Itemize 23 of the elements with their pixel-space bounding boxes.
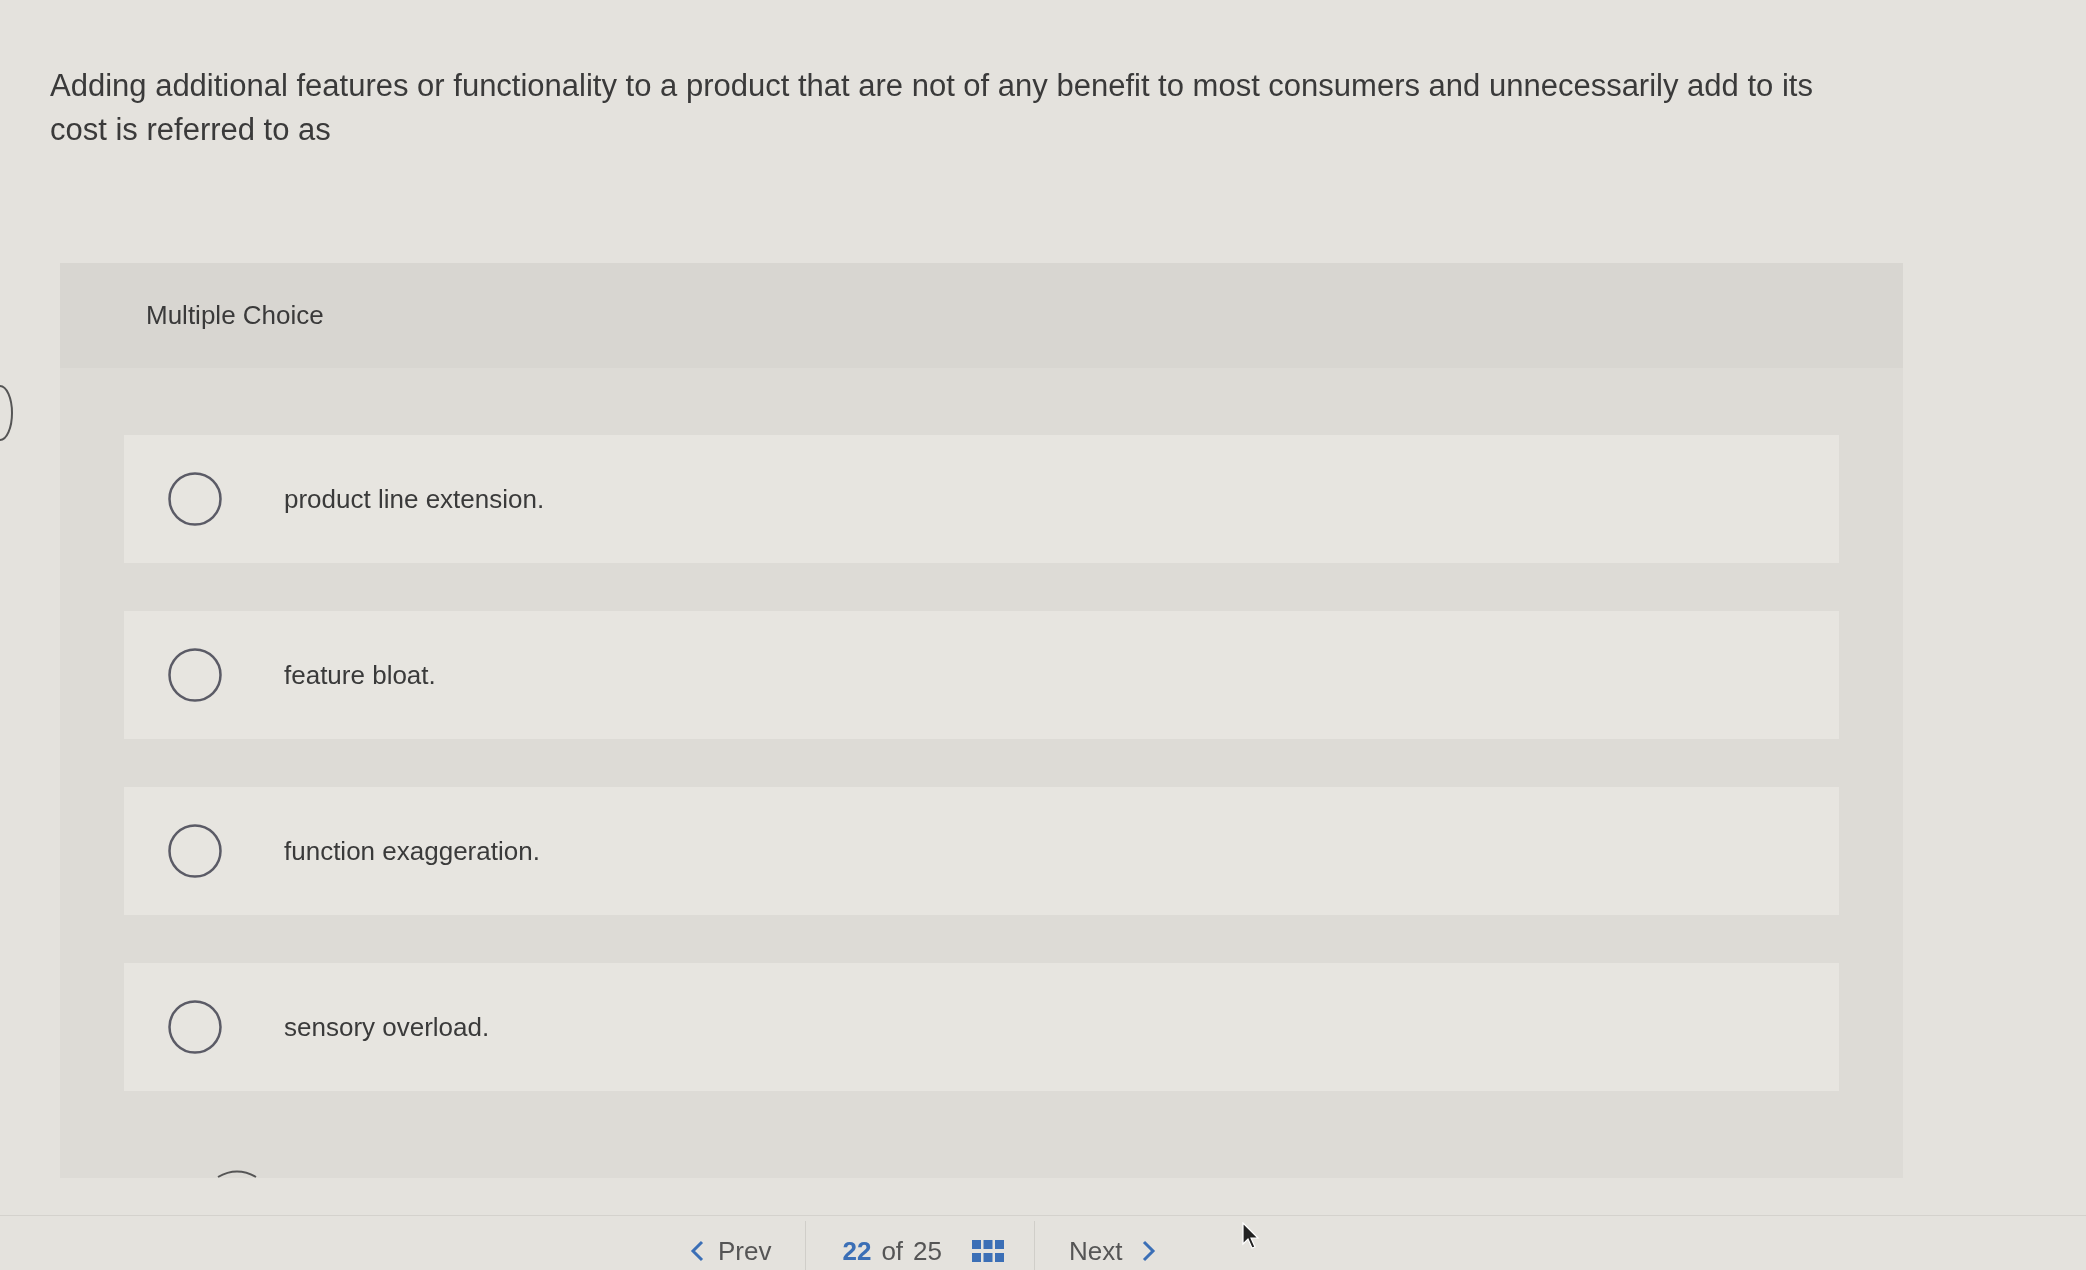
option-label: product line extension. <box>284 482 545 516</box>
radio-button[interactable] <box>168 824 222 878</box>
radio-button[interactable] <box>168 648 222 702</box>
chevron-right-icon <box>1142 1240 1157 1262</box>
chevron-left-icon <box>690 1240 704 1262</box>
mouse-pointer-icon <box>1242 1222 1260 1250</box>
radio-button[interactable] <box>168 1000 222 1054</box>
question-text: Adding additional features or functionality to a product that are not of any benefit to most consumers and unnecessarily add to its cost is referred to as <box>50 67 1814 149</box>
of-label: of <box>881 1234 904 1268</box>
answer-option[interactable]: product line extension. <box>124 435 1839 563</box>
radio-button[interactable] <box>168 472 222 526</box>
answer-option[interactable]: feature bloat. <box>124 611 1839 739</box>
option-label: feature bloat. <box>284 658 436 692</box>
answer-option[interactable]: function exaggeration. <box>124 787 1839 915</box>
total-questions: 25 <box>913 1234 942 1268</box>
grid-icon[interactable] <box>972 1240 1004 1262</box>
next-button[interactable]: Next <box>1035 1231 1157 1270</box>
answer-option[interactable]: sensory overload. <box>124 963 1839 1091</box>
current-question-number: 22 <box>842 1234 872 1268</box>
option-label: sensory overload. <box>284 1010 490 1044</box>
option-label: function exaggeration. <box>284 834 540 868</box>
question-type-label: Multiple Choice <box>146 299 324 332</box>
prev-button[interactable]: Prev <box>690 1231 806 1270</box>
